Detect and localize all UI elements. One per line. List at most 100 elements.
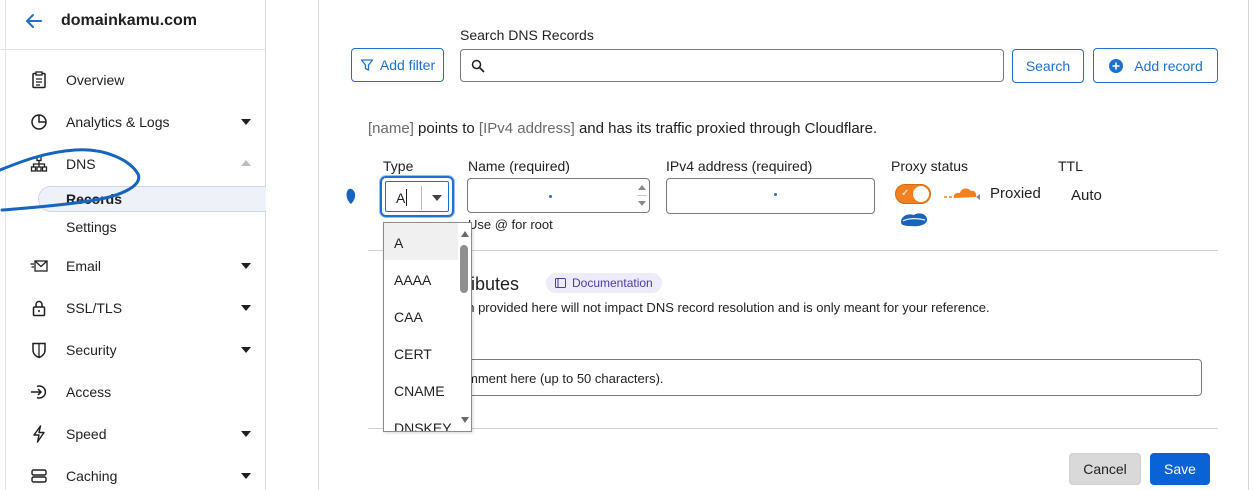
name-hint: Use @ for root <box>468 217 553 232</box>
scroll-up-arrow-icon[interactable] <box>461 231 469 237</box>
ip-placeholder-token: [IPv4 address] <box>478 120 575 137</box>
cancel-button-label: Cancel <box>1083 461 1127 477</box>
sidebar-item-label: Email <box>66 258 102 274</box>
search-icon <box>471 59 485 73</box>
chevron-down-icon[interactable] <box>241 119 251 125</box>
type-select-inner: A <box>385 181 449 212</box>
pie-chart-icon <box>31 114 47 130</box>
sidebar-item-analytics[interactable]: Analytics & Logs <box>0 104 265 140</box>
type-option-label: AAAA <box>394 272 432 288</box>
type-option-label: DNSKEY <box>394 420 452 432</box>
input-dot <box>549 195 552 198</box>
save-button-label: Save <box>1164 461 1196 477</box>
proxy-status-label: Proxy status <box>891 158 969 174</box>
ipv4-field[interactable] <box>666 178 875 214</box>
input-dot <box>774 193 777 196</box>
ttl-value: Auto <box>1071 187 1102 204</box>
plus-circle-icon <box>1109 58 1124 73</box>
search-input[interactable] <box>460 49 1004 82</box>
sidebar: domainkamu.com Overview Analytics & Logs… <box>0 0 266 490</box>
scrollbar-thumb[interactable] <box>460 245 468 293</box>
type-option[interactable]: CNAME <box>384 371 458 408</box>
sidebar-subitem-records[interactable]: Records <box>38 186 266 212</box>
sidebar-subitem-label: Records <box>66 191 123 207</box>
chevron-down-icon[interactable] <box>241 263 251 269</box>
proxy-status-value: Proxied <box>990 185 1041 202</box>
filter-icon <box>360 59 374 71</box>
chevron-up-icon[interactable] <box>241 160 251 166</box>
dropdown-scrollbar[interactable] <box>458 223 471 431</box>
add-record-label: Add record <box>1134 57 1203 74</box>
type-option[interactable]: AAAA <box>384 260 458 297</box>
attributes-description: on provided here will not impact DNS rec… <box>460 300 990 315</box>
annotation-mark <box>346 188 356 204</box>
type-option[interactable]: CAA <box>384 297 458 334</box>
chevron-down-icon[interactable] <box>241 305 251 311</box>
lock-icon <box>32 300 46 317</box>
add-filter-label: Add filter <box>379 57 436 73</box>
lightning-icon <box>33 425 45 443</box>
sidebar-item-label: DNS <box>66 156 96 172</box>
section-divider <box>368 250 1218 251</box>
check-icon: ✓ <box>901 188 910 199</box>
type-select[interactable]: A <box>380 176 454 217</box>
type-option-label: CERT <box>394 346 432 362</box>
type-option-label: CAA <box>394 309 423 325</box>
chevron-down-icon[interactable] <box>241 473 251 479</box>
add-record-button[interactable]: Add record <box>1093 48 1218 83</box>
ttl-label: TTL <box>1058 158 1083 174</box>
sidebar-item-speed[interactable]: Speed <box>0 416 265 452</box>
type-option-label: A <box>394 235 404 251</box>
comment-placeholder: mment here (up to 50 characters). <box>467 371 664 386</box>
type-select-value: A <box>396 190 406 206</box>
spinner-arrows-icon[interactable] <box>637 182 647 209</box>
sidebar-item-label: SSL/TLS <box>66 300 123 316</box>
info-text-2: and has its traffic proxied through Clou… <box>574 120 878 137</box>
sidebar-item-email[interactable]: Email <box>0 248 265 284</box>
search-label: Search DNS Records <box>460 27 594 43</box>
shield-icon <box>32 342 46 359</box>
annotation-mark <box>901 213 928 227</box>
name-placeholder-token: [name] <box>368 120 414 137</box>
sidebar-item-dns[interactable]: DNS <box>0 146 265 182</box>
dropdown-arrow-icon[interactable] <box>432 195 442 201</box>
sidebar-header: domainkamu.com <box>0 0 265 50</box>
comment-field[interactable]: mment here (up to 50 characters). <box>460 359 1202 396</box>
toggle-knob <box>913 186 929 202</box>
search-button[interactable]: Search <box>1012 49 1084 83</box>
save-button[interactable]: Save <box>1150 453 1210 485</box>
info-text-1: points to <box>413 120 479 137</box>
sidebar-item-caching[interactable]: Caching <box>0 458 265 490</box>
scroll-down-arrow-icon[interactable] <box>461 417 469 423</box>
sidebar-item-label: Access <box>66 384 112 400</box>
network-tree-icon <box>30 155 48 172</box>
text-cursor <box>406 189 407 206</box>
type-option[interactable]: A <box>384 223 458 260</box>
sidebar-item-security[interactable]: Security <box>0 332 265 368</box>
sidebar-item-overview[interactable]: Overview <box>0 62 265 98</box>
type-dropdown-list[interactable]: A AAAA CAA CERT CNAME DNSKEY <box>383 222 472 432</box>
select-separator <box>421 186 422 210</box>
cancel-button[interactable]: Cancel <box>1069 453 1141 485</box>
storage-icon <box>31 469 47 483</box>
type-option-label: CNAME <box>394 383 445 399</box>
name-label: Name (required) <box>468 158 570 174</box>
access-arrow-icon <box>31 385 47 399</box>
record-preview-text: [name] points to [IPv4 address] and has … <box>368 120 877 137</box>
email-routing-icon <box>30 260 48 272</box>
proxy-toggle[interactable]: ✓ <box>895 184 931 204</box>
sidebar-item-access[interactable]: Access <box>0 374 265 410</box>
domain-name: domainkamu.com <box>61 12 198 29</box>
ipv4-label: IPv4 address (required) <box>666 158 813 174</box>
sidebar-item-ssl-tls[interactable]: SSL/TLS <box>0 290 265 326</box>
name-field[interactable] <box>467 178 650 213</box>
add-filter-button[interactable]: Add filter <box>351 48 444 82</box>
chevron-down-icon[interactable] <box>241 347 251 353</box>
back-arrow-icon[interactable] <box>24 11 44 31</box>
documentation-link[interactable]: Documentation <box>546 273 662 293</box>
type-option[interactable]: DNSKEY <box>384 408 458 432</box>
section-divider <box>368 428 1218 429</box>
type-option[interactable]: CERT <box>384 334 458 371</box>
sidebar-subitem-settings[interactable]: Settings <box>38 214 266 240</box>
chevron-down-icon[interactable] <box>241 431 251 437</box>
